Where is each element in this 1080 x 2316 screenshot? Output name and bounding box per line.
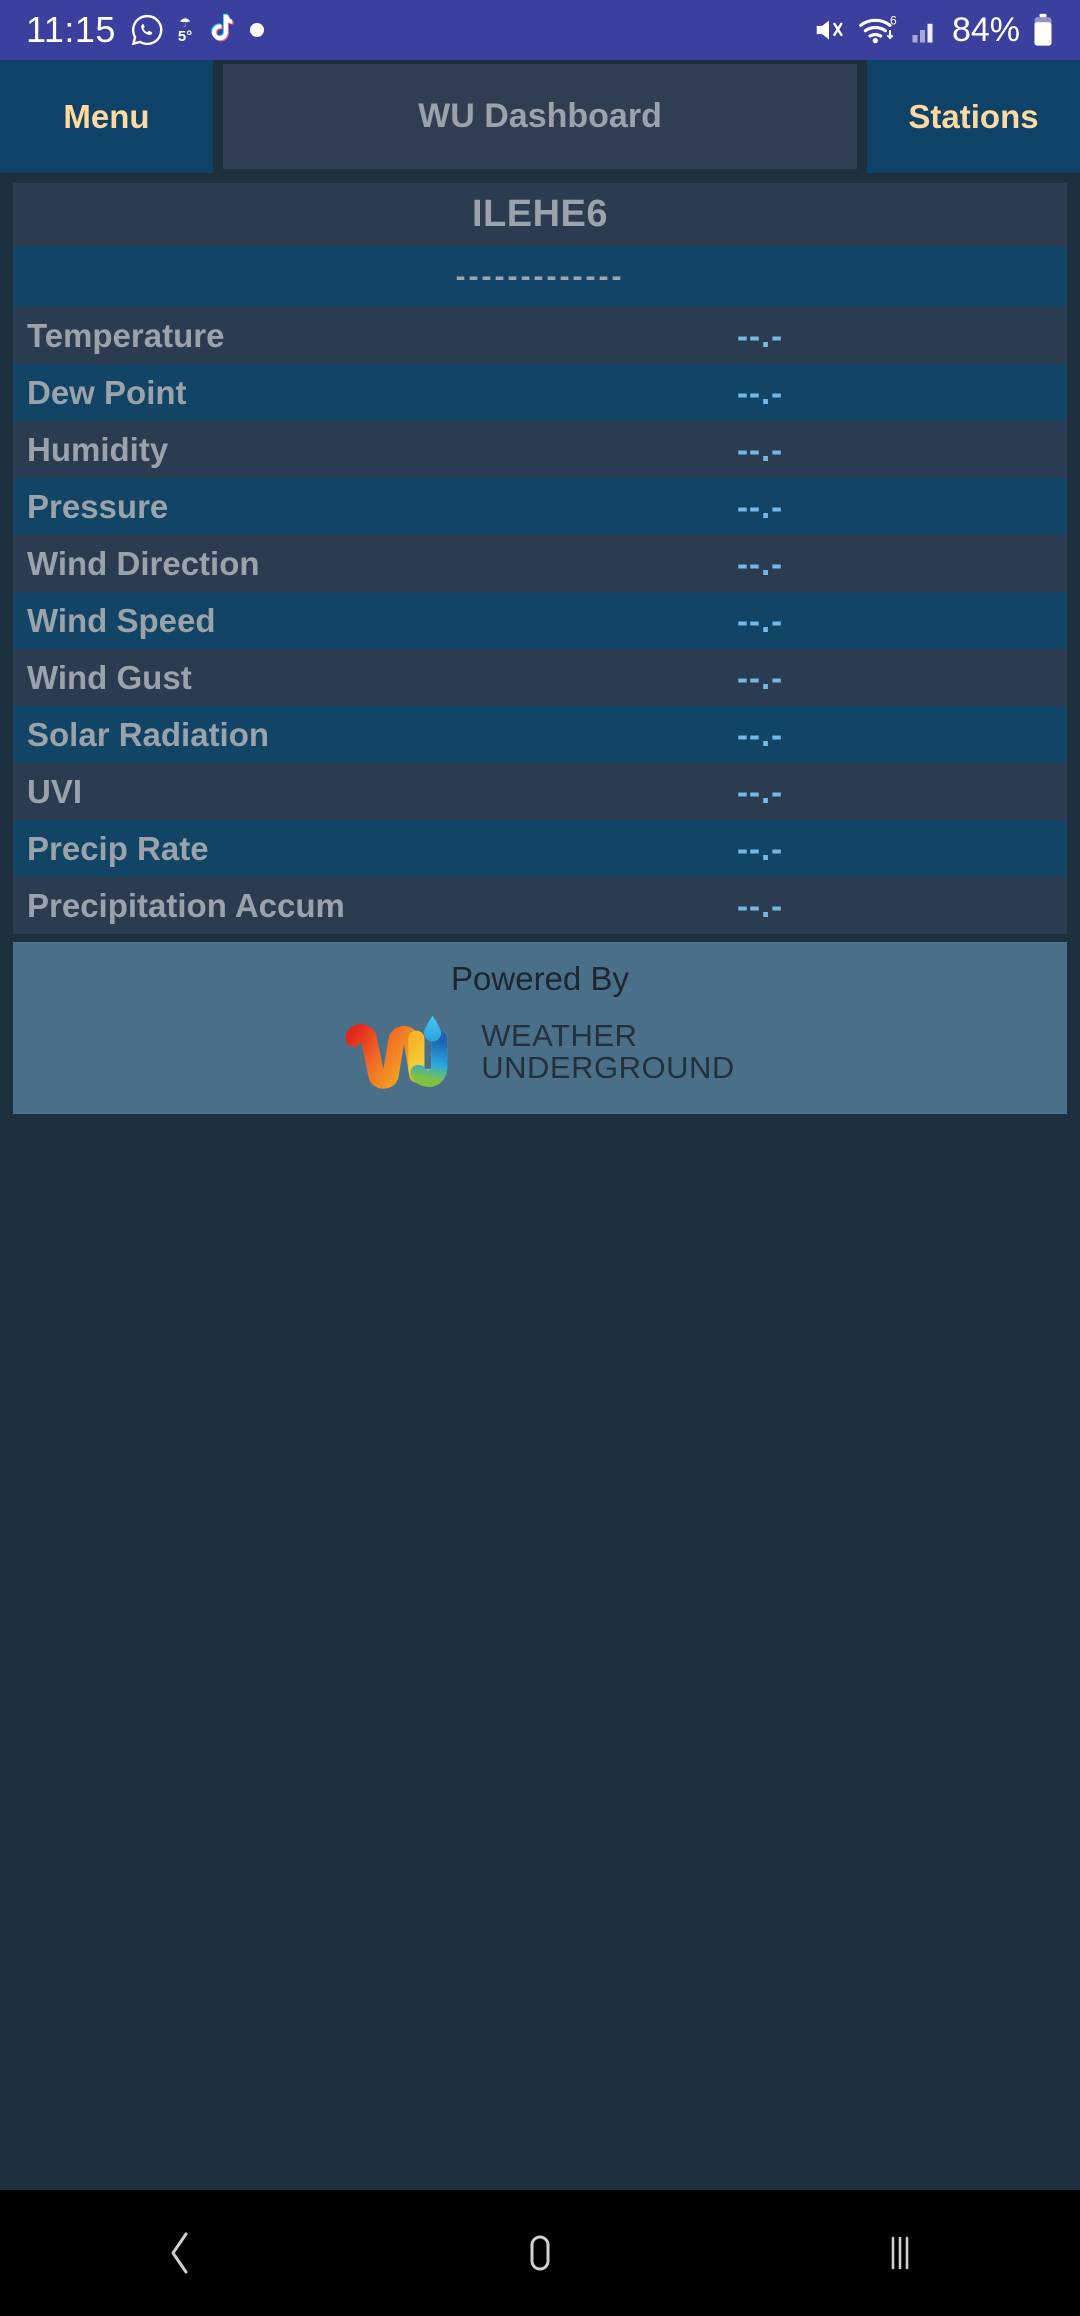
station-name: ILEHE6 — [13, 183, 1067, 246]
table-row[interactable]: Solar Radiation --.- — [13, 706, 1067, 763]
observation-label: Precip Rate — [27, 829, 209, 867]
stations-button[interactable]: Stations — [867, 60, 1080, 173]
table-row[interactable]: Temperature --.- — [13, 307, 1067, 364]
observation-label: Wind Speed — [27, 601, 216, 639]
android-navigation-bar — [0, 2190, 1080, 2316]
status-clock: 11:15 — [26, 9, 116, 50]
wu-mark-icon — [345, 1015, 448, 1089]
table-row[interactable]: Precipitation Accum --.- — [13, 877, 1067, 934]
tiktok-icon — [206, 13, 236, 47]
table-row[interactable]: Wind Direction --.- — [13, 535, 1067, 592]
powered-by-label: Powered By — [451, 960, 629, 997]
observation-value: --.- — [737, 373, 784, 411]
status-bar-right: 6 84% — [812, 11, 1054, 50]
observation-value: --.- — [737, 544, 784, 582]
battery-icon — [1032, 13, 1054, 47]
table-row[interactable]: Wind Speed --.- — [13, 592, 1067, 649]
observation-label: Pressure — [27, 487, 169, 525]
home-icon[interactable] — [480, 2190, 600, 2316]
signal-icon — [910, 15, 940, 45]
weather-rain-icon: ☂ 5° — [178, 16, 192, 44]
observation-value: --.- — [737, 829, 784, 867]
station-card: ILEHE6 ------------- Temperature --.- Dew … — [13, 183, 1067, 934]
table-row[interactable]: Precip Rate --.- — [13, 820, 1067, 877]
observation-label: Temperature — [27, 316, 225, 354]
page-title: WU Dashboard — [223, 64, 857, 169]
mute-icon — [812, 15, 846, 45]
observation-value: --.- — [737, 772, 784, 810]
wifi-icon: 6 — [858, 14, 898, 46]
app-screen: 11:15 ☂ 5° 6 84% Menu WU Dashboard Stati… — [0, 0, 1080, 2316]
status-bar-left: 11:15 ☂ 5° — [26, 9, 812, 51]
table-row[interactable]: Pressure --.- — [13, 478, 1067, 535]
menu-button[interactable]: Menu — [0, 60, 213, 173]
battery-percent: 84% — [951, 10, 1020, 49]
table-row[interactable]: Humidity --.- — [13, 421, 1067, 478]
weather-underground-logo: WEATHER UNDERGROUND — [345, 1012, 735, 1092]
observation-value: --.- — [737, 658, 784, 696]
observation-value: --.- — [737, 487, 784, 525]
observation-time: ------------- — [13, 246, 1067, 307]
wu-brand-line-2: UNDERGROUND — [481, 1050, 735, 1085]
observation-label: Precipitation Accum — [27, 886, 345, 924]
observation-label: Solar Radiation — [27, 715, 270, 753]
wu-brand-line-1: WEATHER — [481, 1018, 638, 1054]
whatsapp-icon — [130, 13, 164, 47]
app-toolbar: Menu WU Dashboard Stations — [0, 60, 1080, 173]
svg-text:6: 6 — [890, 14, 897, 28]
observation-value: --.- — [737, 316, 784, 354]
table-row[interactable]: Wind Gust --.- — [13, 649, 1067, 706]
recents-icon[interactable] — [840, 2190, 960, 2316]
observation-label: Dew Point — [27, 373, 187, 411]
observation-value: --.- — [737, 886, 784, 924]
wu-wordmark: WEATHER UNDERGROUND — [481, 1020, 735, 1083]
table-row[interactable]: UVI --.- — [13, 763, 1067, 820]
observation-label: Wind Gust — [27, 658, 192, 696]
powered-by-panel[interactable]: Powered By WEATHER UNDERGROUND — [13, 942, 1067, 1114]
observation-label: Wind Direction — [27, 544, 260, 582]
observation-value: --.- — [737, 715, 784, 753]
dot-indicator-icon — [250, 23, 265, 37]
back-icon[interactable] — [120, 2190, 240, 2316]
observation-label: Humidity — [27, 430, 169, 468]
weather-temp: 5° — [177, 28, 193, 45]
observation-value: --.- — [737, 601, 784, 639]
status-bar: 11:15 ☂ 5° 6 84% — [0, 0, 1080, 60]
observation-table: Temperature --.- Dew Point --.- Humidity --.-… — [13, 307, 1067, 934]
table-row[interactable]: Dew Point --.- — [13, 364, 1067, 421]
observation-label: UVI — [27, 772, 83, 810]
observation-value: --.- — [737, 430, 784, 468]
